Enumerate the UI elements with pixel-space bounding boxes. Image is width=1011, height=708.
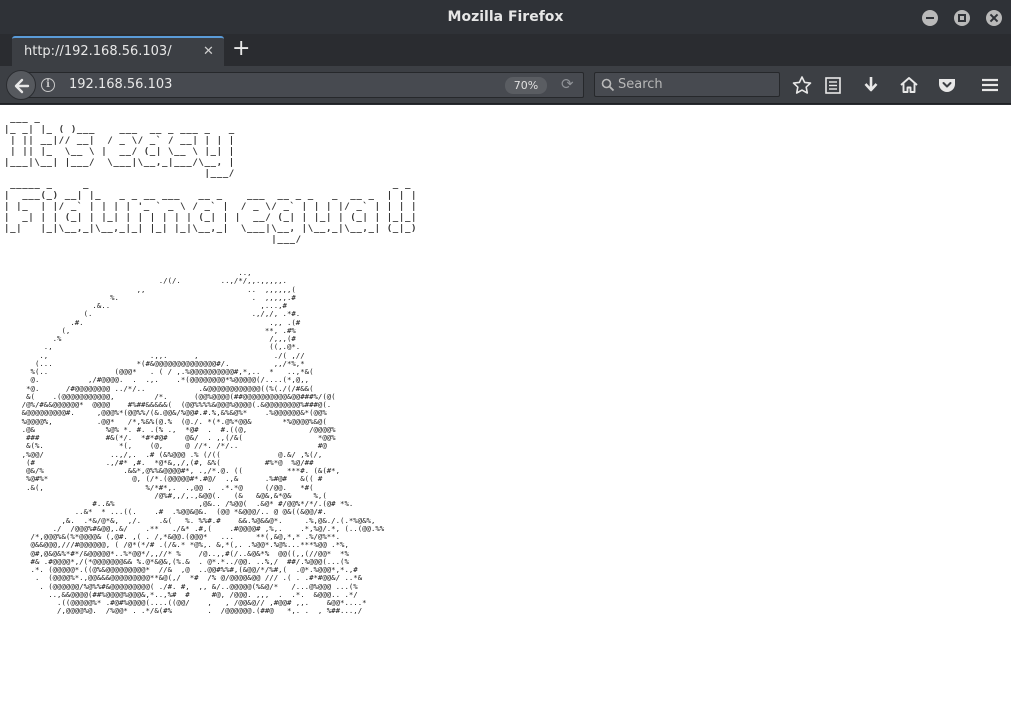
home-icon[interactable] (897, 74, 921, 96)
back-arrow-icon[interactable] (6, 70, 36, 100)
tab-strip: http://192.168.56.103/ ✕ + (0, 34, 1011, 66)
maximize-icon[interactable] (954, 10, 970, 26)
browser-tab[interactable]: http://192.168.56.103/ ✕ (12, 36, 224, 66)
url-bar[interactable]: i 192.168.56.103 70% ⟳ (22, 72, 584, 98)
zoom-indicator[interactable]: 70% (505, 77, 547, 94)
bookmark-star-icon[interactable] (790, 74, 814, 96)
download-icon[interactable] (859, 74, 883, 96)
tab-title: http://192.168.56.103/ (24, 44, 172, 59)
new-tab-icon[interactable]: + (232, 38, 250, 60)
hamburger-menu-icon[interactable] (978, 74, 1002, 96)
ascii-art-image: .., ./(/. ..,/*/,,.,,,,,. ,, .. ,,,,,,( … (21, 268, 385, 616)
ascii-banner: ___ _ |_ _| |_ ( )___ ___ __ _ ___ _ _ |… (4, 114, 418, 245)
url-text[interactable]: 192.168.56.103 (69, 77, 172, 92)
search-bar[interactable]: Search (594, 72, 780, 97)
search-placeholder: Search (618, 77, 663, 92)
page-content: ___ _ |_ _| |_ ( )___ ___ __ _ ___ _ _ |… (0, 105, 1011, 708)
search-icon (601, 78, 615, 92)
minimize-icon[interactable] (922, 10, 938, 26)
tab-close-icon[interactable]: ✕ (203, 44, 214, 59)
close-icon[interactable] (986, 10, 1002, 26)
window-title: Mozilla Firefox (447, 9, 564, 25)
title-bar: Mozilla Firefox (0, 0, 1011, 34)
reading-list-icon[interactable] (821, 74, 845, 96)
pocket-icon[interactable] (935, 74, 959, 96)
info-icon[interactable]: i (41, 78, 55, 92)
reload-icon[interactable]: ⟳ (561, 75, 574, 93)
